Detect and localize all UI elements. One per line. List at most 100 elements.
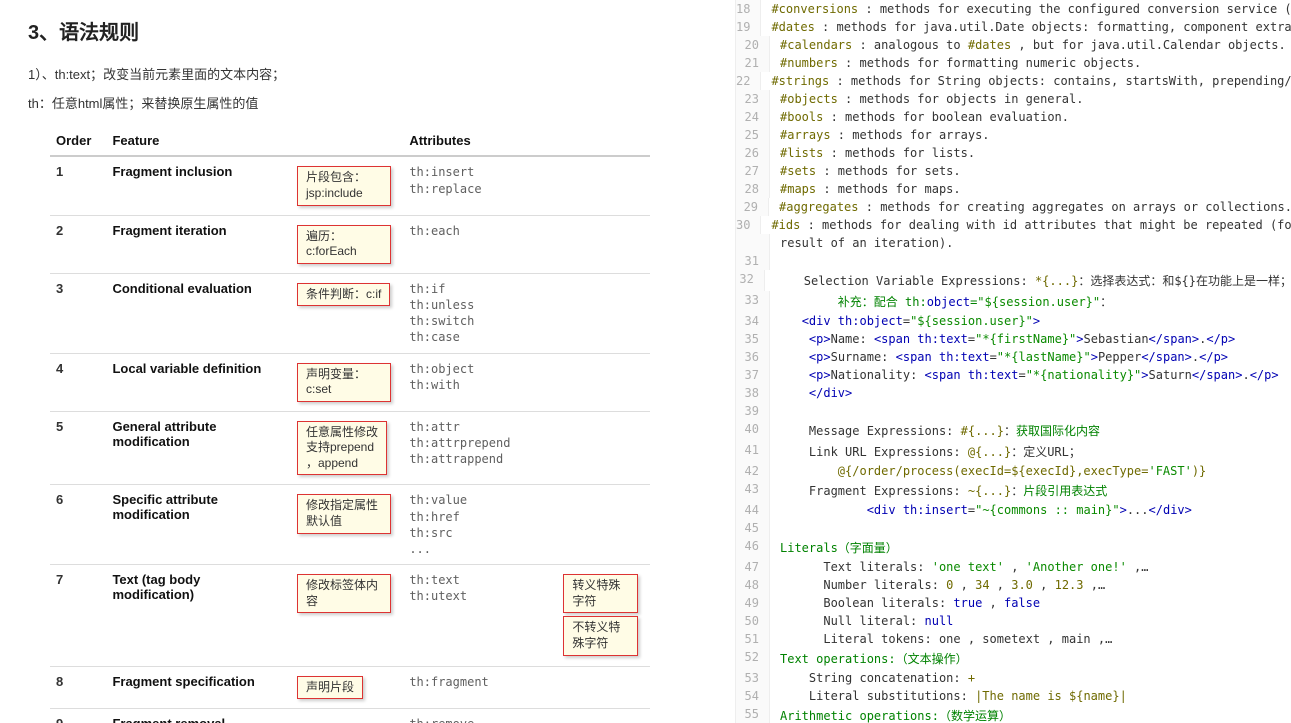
line-number: 32 — [736, 270, 765, 291]
side-callout-cell — [557, 353, 650, 411]
code-line: 35 <p>Name: <span th:text="*{firstName}"… — [736, 330, 1291, 348]
line-content: 补充：配合 th:object="${session.user}"： — [770, 291, 1112, 312]
line-content: #calendars : analogous to #dates , but f… — [770, 36, 1286, 54]
line-content: #numbers : methods for formatting numeri… — [770, 54, 1141, 72]
line-content: <p>Surname: <span th:text="*{lastName}">… — [770, 348, 1228, 366]
line-content: #arrays : methods for arrays. — [770, 126, 990, 144]
code-line: 45 — [736, 519, 1291, 537]
line-number: 49 — [736, 594, 770, 612]
code-line: 46Literals（字面量） — [736, 537, 1291, 558]
line-content: Null literal: null — [770, 612, 953, 630]
subline-1: 1）、th:text；改变当前元素里面的文本内容； — [28, 63, 707, 88]
line-content: <div th:object="${session.user}"> — [770, 312, 1040, 330]
table-row: 2Fragment iteration遍历：c:forEachth:each — [50, 215, 650, 273]
attrs-cell: th:insertth:replace — [403, 156, 557, 215]
line-number: 20 — [736, 36, 770, 54]
attrs-cell: th:objectth:with — [403, 353, 557, 411]
side-callout: 不转义特殊字符 — [563, 616, 638, 655]
code-line: 50 Null literal: null — [736, 612, 1291, 630]
side-callout-cell — [557, 411, 650, 485]
feature-cell: Conditional evaluation — [106, 273, 291, 353]
attrs-cell: th:textth:utext — [403, 565, 557, 666]
table-row: 4Local variable definition声明变量：c:setth:o… — [50, 353, 650, 411]
line-number: 44 — [736, 501, 770, 519]
line-content: Literal tokens: one , sometext , main ,… — [770, 630, 1112, 648]
code-line: 49 Boolean literals: true , false — [736, 594, 1291, 612]
line-content: Selection Variable Expressions: *{...}：选… — [765, 270, 1291, 291]
line-number: 52 — [736, 648, 770, 669]
callout-cell: 任意属性修改 支持prepend ，append — [291, 411, 403, 485]
feature-cell: Specific attribute modification — [106, 485, 291, 565]
line-content: #bools : methods for boolean evaluation. — [770, 108, 1069, 126]
line-number: 38 — [736, 384, 770, 402]
code-line: 55Arithmetic operations:（数学运算） — [736, 705, 1291, 723]
feature-cell: Fragment specification — [106, 666, 291, 709]
feature-cell: General attribute modification — [106, 411, 291, 485]
code-line: 29#aggregates : methods for creating agg… — [736, 198, 1291, 216]
feature-cell: Fragment inclusion — [106, 156, 291, 215]
code-line: 42 @{/order/process(execId=${execId},exe… — [736, 462, 1291, 480]
code-line: 54 Literal substitutions: |The name is $… — [736, 687, 1291, 705]
attrs-cell: th:each — [403, 215, 557, 273]
code-line: 24#bools : methods for boolean evaluatio… — [736, 108, 1291, 126]
attrs-cell: th:attrth:attrprependth:attrappend — [403, 411, 557, 485]
line-number: 36 — [736, 348, 770, 366]
code-line: 26#lists : methods for lists. — [736, 144, 1291, 162]
code-line: 47 Text literals: 'one text' , 'Another … — [736, 558, 1291, 576]
right-code-block: 18#conversions : methods for executing t… — [736, 0, 1291, 723]
line-number: 28 — [736, 180, 770, 198]
code-line: 27#sets : methods for sets. — [736, 162, 1291, 180]
col-feature: Feature — [106, 126, 291, 156]
code-line: 44 <div th:insert="~{commons :: main}">.… — [736, 501, 1291, 519]
side-callout-cell — [557, 273, 650, 353]
attrs-cell: th:valueth:hrefth:src... — [403, 485, 557, 565]
line-number: 39 — [736, 402, 770, 420]
order-cell: 2 — [50, 215, 106, 273]
line-number: 26 — [736, 144, 770, 162]
callout: 声明变量：c:set — [297, 363, 391, 402]
callout-cell: 修改标签体内容 — [291, 565, 403, 666]
line-number: 34 — [736, 312, 770, 330]
order-cell: 8 — [50, 666, 106, 709]
callout-cell: 条件判断：c:if — [291, 273, 403, 353]
line-number: 25 — [736, 126, 770, 144]
side-callout-cell: 转义特殊字符不转义特殊字符 — [557, 565, 650, 666]
code-line: 20#calendars : analogous to #dates , but… — [736, 36, 1291, 54]
line-content: Message Expressions: #{...}：获取国际化内容 — [770, 420, 1100, 441]
line-content: Fragment Expressions: ~{...}：片段引用表达式 — [770, 480, 1107, 501]
feature-cell: Fragment iteration — [106, 215, 291, 273]
code-line: 31 — [736, 252, 1291, 270]
code-line: 40 Message Expressions: #{...}：获取国际化内容 — [736, 420, 1291, 441]
code-line: 32 Selection Variable Expressions: *{...… — [736, 270, 1291, 291]
attrs-cell: th:fragment — [403, 666, 557, 709]
table-row: 8Fragment specification声明片段th:fragment — [50, 666, 650, 709]
line-number: 45 — [736, 519, 770, 537]
line-number: 35 — [736, 330, 770, 348]
side-callout-cell — [557, 215, 650, 273]
line-number: 37 — [736, 366, 770, 384]
order-cell: 6 — [50, 485, 106, 565]
callout-cell: 声明片段 — [291, 666, 403, 709]
callout-cell: 声明变量：c:set — [291, 353, 403, 411]
order-cell: 5 — [50, 411, 106, 485]
line-number: 22 — [736, 72, 761, 90]
callout: 片段包含：jsp:include — [297, 166, 391, 205]
side-callout-cell — [557, 709, 650, 723]
line-content: <p>Nationality: <span th:text="*{nationa… — [770, 366, 1279, 384]
line-number: 40 — [736, 420, 770, 441]
line-content: #lists : methods for lists. — [770, 144, 975, 162]
line-number: 30 — [736, 216, 761, 234]
line-content: </div> — [770, 384, 852, 402]
line-number: 51 — [736, 630, 770, 648]
line-content: Text operations:（文本操作） — [770, 648, 968, 669]
table-row: 1Fragment inclusion片段包含：jsp:include th:in… — [50, 156, 650, 215]
line-content: #objects : methods for objects in genera… — [770, 90, 1083, 108]
col-order: Order — [50, 126, 106, 156]
code-line: 38 </div> — [736, 384, 1291, 402]
feature-cell: Text (tag body modification) — [106, 565, 291, 666]
line-content: #dates : methods for java.util.Date obje… — [761, 18, 1291, 36]
order-cell: 1 — [50, 156, 106, 215]
line-number: 42 — [736, 462, 770, 480]
code-line: 30#ids : methods for dealing with id att… — [736, 216, 1291, 234]
line-content — [770, 252, 780, 270]
